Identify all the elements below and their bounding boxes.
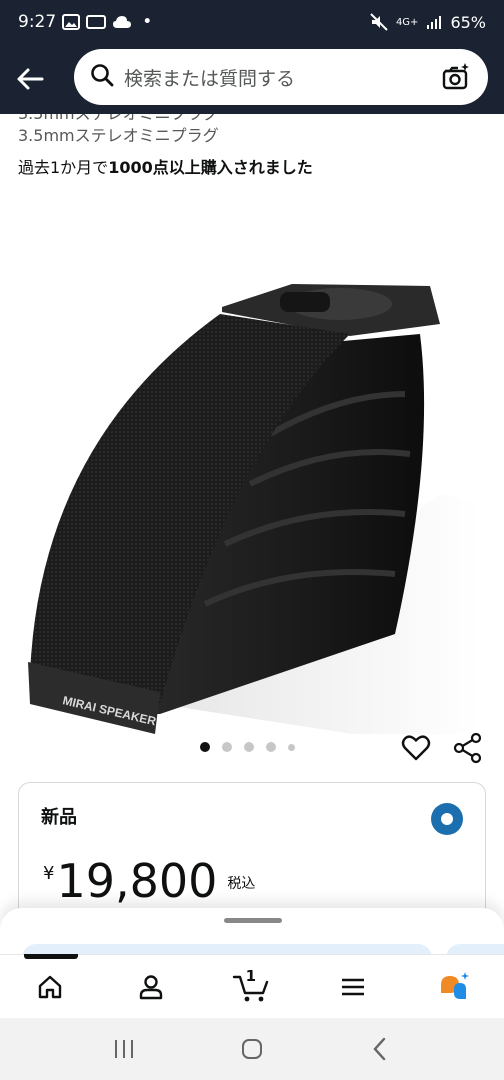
share-button[interactable]: [452, 732, 486, 766]
nav-rufus[interactable]: [403, 955, 504, 1018]
product-content[interactable]: 3.5mmステレオミニプラグ 3.5mmステレオミニプラグ 過去1か月で1000…: [0, 114, 504, 910]
cloud-icon: [112, 15, 132, 29]
product-image[interactable]: MIRAI SPEAKER: [10, 194, 494, 754]
home-square-icon: [242, 1039, 262, 1059]
nav-cart[interactable]: 1: [202, 955, 303, 1018]
camera-sparkle-icon: [442, 63, 469, 90]
heart-icon: [401, 735, 431, 761]
buy-box-card[interactable]: 新品 ¥ 19,800 税込: [18, 782, 486, 910]
status-dot: •: [142, 12, 153, 32]
home-icon: [39, 975, 62, 998]
carousel-dot-3[interactable]: [244, 742, 254, 752]
battery-percent: 65%: [450, 12, 486, 32]
purchase-bold: 1000点以上購入されました: [108, 158, 313, 177]
signal-icon: [426, 14, 442, 30]
search-placeholder: 検索または質問する: [124, 67, 296, 90]
nav-home[interactable]: [0, 954, 101, 1018]
nav-account[interactable]: [101, 955, 202, 1018]
wishlist-button[interactable]: [400, 732, 434, 766]
price-row: ¥ 19,800 税込: [43, 855, 255, 907]
status-time: 9:27: [18, 12, 57, 32]
account-icon: [139, 974, 163, 999]
bottom-nav: 1: [0, 954, 504, 1018]
sheet-drag-handle[interactable]: [224, 918, 282, 923]
page: 9:27 • 4G+ 65% 検索または質問する 3.5mmステレオミニプラグ …: [0, 0, 504, 1080]
rufus-icon: [440, 971, 469, 999]
carousel-dot-2[interactable]: [222, 742, 232, 752]
system-nav-bar: [0, 1018, 504, 1080]
gallery-icon: [62, 14, 81, 30]
price-value: 19,800: [56, 854, 218, 908]
back-button[interactable]: [0, 44, 60, 114]
mute-icon: [370, 13, 388, 31]
carousel-dot-5[interactable]: [288, 743, 295, 751]
bottom-sheet[interactable]: [0, 908, 504, 960]
tax-label: 税込: [227, 876, 256, 892]
recents-icon: [115, 1040, 133, 1058]
share-icon: [453, 732, 482, 764]
network-label: 4G+: [395, 16, 419, 28]
recents-button[interactable]: [104, 1029, 144, 1069]
condition-radio[interactable]: [431, 803, 463, 835]
product-subtitle: 3.5mmステレオミニプラグ: [18, 126, 219, 145]
search-input[interactable]: 検索または質問する: [74, 49, 488, 105]
purchase-prefix: 過去1か月で: [18, 158, 109, 177]
carousel-dot-1[interactable]: [200, 742, 210, 752]
home-system-button[interactable]: [232, 1029, 272, 1069]
purchase-count-text: 過去1か月で1000点以上購入されました: [18, 154, 313, 178]
radio-dot: [441, 813, 453, 825]
header: 検索または質問する: [0, 44, 504, 114]
condition-label: 新品: [41, 807, 77, 828]
currency-symbol: ¥: [43, 863, 55, 884]
camera-search-button[interactable]: [440, 61, 472, 93]
cart-count: 1: [245, 967, 257, 985]
back-system-button[interactable]: [360, 1029, 400, 1069]
image-carousel-dots: [200, 742, 295, 752]
menu-icon: [341, 978, 364, 995]
chevron-left-icon: [373, 1037, 386, 1061]
nav-menu[interactable]: [302, 955, 403, 1018]
back-arrow-icon: [17, 68, 44, 90]
screen-icon: [86, 14, 107, 30]
status-bar: 9:27 • 4G+ 65%: [0, 0, 504, 44]
search-icon: [90, 63, 114, 91]
carousel-dot-4[interactable]: [266, 742, 276, 752]
